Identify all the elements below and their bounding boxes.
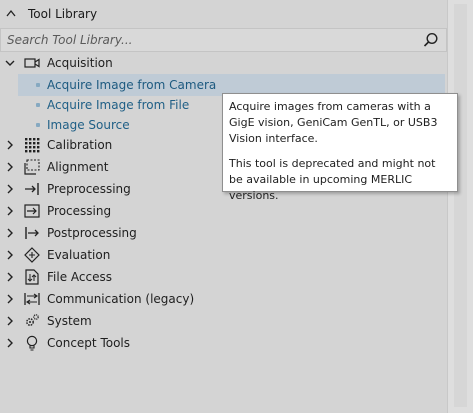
category-label: System <box>47 314 92 328</box>
tooltip-description: Acquire images from cameras with a GigE … <box>229 100 438 145</box>
tooltip-deprecation-note: This tool is deprecated and might not be… <box>229 157 436 202</box>
category-postprocessing[interactable]: Postprocessing <box>0 222 447 244</box>
postprocessing-icon <box>24 225 40 241</box>
chevron-right-icon[interactable] <box>4 227 16 239</box>
gears-icon <box>24 313 40 329</box>
category-label: Alignment <box>47 160 109 174</box>
alignment-icon <box>24 159 40 175</box>
communication-icon <box>24 291 40 307</box>
evaluation-icon <box>24 247 40 263</box>
category-label: Processing <box>47 204 112 218</box>
file-access-icon <box>24 269 40 285</box>
category-label: File Access <box>47 270 112 284</box>
chevron-right-icon[interactable] <box>4 183 16 195</box>
calibration-grid-icon <box>24 137 40 153</box>
category-label: Calibration <box>47 138 113 152</box>
chevron-right-icon[interactable] <box>4 315 16 327</box>
category-label: Preprocessing <box>47 182 131 196</box>
chevron-right-icon[interactable] <box>4 271 16 283</box>
chevron-right-icon[interactable] <box>4 205 16 217</box>
category-label: Postprocessing <box>47 226 137 240</box>
tool-library-panel: Tool Library Acquisition Acquire Image f… <box>0 0 447 413</box>
category-label: Concept Tools <box>47 336 131 350</box>
bullet-icon <box>36 103 40 107</box>
chevron-right-icon[interactable] <box>4 337 16 349</box>
search-input[interactable] <box>7 33 422 47</box>
tool-tooltip: Acquire images from cameras with a GigE … <box>222 93 458 202</box>
category-communication-legacy[interactable]: Communication (legacy) <box>0 288 447 310</box>
chevron-right-icon[interactable] <box>4 293 16 305</box>
camera-icon <box>24 55 40 71</box>
category-label: Evaluation <box>47 248 111 262</box>
tool-label: Image Source <box>47 118 130 132</box>
category-concept-tools[interactable]: Concept Tools <box>0 332 447 354</box>
search-box[interactable] <box>0 28 447 52</box>
lightbulb-icon <box>24 335 40 351</box>
category-label: Communication (legacy) <box>47 292 195 306</box>
category-label: Acquisition <box>47 56 113 70</box>
bullet-icon <box>36 123 40 127</box>
panel-header[interactable]: Tool Library <box>0 0 447 28</box>
bullet-icon <box>36 83 40 87</box>
vertical-scrollbar[interactable] <box>447 0 473 413</box>
tool-label: Acquire Image from Camera <box>47 78 217 92</box>
chevron-down-icon[interactable] <box>4 57 16 69</box>
preprocessing-icon <box>24 181 40 197</box>
category-evaluation[interactable]: Evaluation <box>0 244 447 266</box>
category-file-access[interactable]: File Access <box>0 266 447 288</box>
tool-label: Acquire Image from File <box>47 98 190 112</box>
chevron-right-icon[interactable] <box>4 161 16 173</box>
chevron-right-icon[interactable] <box>4 249 16 261</box>
scrollbar-track[interactable] <box>454 4 467 407</box>
category-acquisition[interactable]: Acquisition <box>0 52 447 74</box>
panel-title: Tool Library <box>28 7 98 21</box>
collapse-caret-icon[interactable] <box>6 9 22 20</box>
category-system[interactable]: System <box>0 310 447 332</box>
chevron-right-icon[interactable] <box>4 139 16 151</box>
search-icon[interactable] <box>422 31 440 49</box>
processing-icon <box>24 203 40 219</box>
